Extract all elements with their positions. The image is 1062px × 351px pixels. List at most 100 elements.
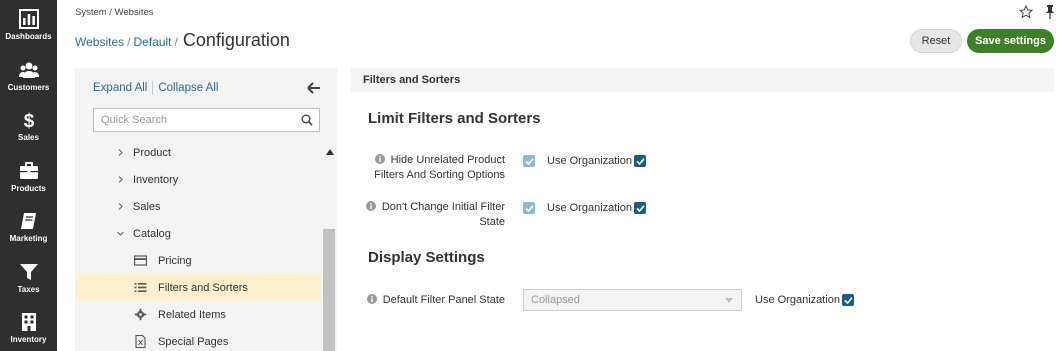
checkmark-icon [524, 204, 534, 212]
section-title: Filters and Sorters [363, 74, 461, 86]
divider [152, 81, 154, 95]
filter-icon [19, 263, 38, 280]
info-icon[interactable] [365, 201, 376, 211]
tree-item-label: Filters and Sorters [158, 281, 248, 294]
tree-actions: Expand All Collapse All [93, 81, 218, 95]
dont-change-initial-label: Don't Change Initial Filter State [345, 200, 505, 230]
chevron-right-icon [118, 176, 123, 183]
arrow-left-icon[interactable] [307, 81, 321, 95]
reset-button[interactable]: Reset [910, 29, 962, 53]
collapse-all-link[interactable]: Collapse All [158, 82, 218, 94]
tree-item-label: Pricing [158, 254, 192, 267]
breadcrumb-default-link[interactable]: Default [133, 35, 171, 49]
tree-item-label: Related Items [158, 308, 226, 321]
system-breadcrumb: System / Websites [75, 7, 154, 18]
tree-item-inventory[interactable]: Inventory [75, 166, 321, 193]
chevron-down-icon [117, 231, 124, 236]
checkmark-icon [843, 296, 853, 304]
tree-item-label: Sales [133, 200, 161, 213]
nav-customers[interactable]: Customers [0, 51, 57, 102]
breadcrumb-separator: / [174, 35, 178, 49]
dont-change-initial-checkbox[interactable] [523, 202, 535, 214]
tree-item-related-items[interactable]: Related Items [75, 301, 321, 328]
chevron-right-icon [118, 149, 123, 156]
configuration-tree-panel: Expand All Collapse All Product Inventor… [75, 68, 337, 351]
default-filter-panel-state-label: Default Filter Panel State [345, 293, 505, 308]
expand-all-link[interactable]: Expand All [93, 82, 147, 94]
select-value: Collapsed [531, 294, 580, 306]
breadcrumb: Websites / Default / Configuration [75, 30, 290, 51]
nav-label: Inventory [10, 335, 47, 345]
use-organization-checkbox[interactable] [634, 202, 646, 214]
use-organization-checkbox[interactable] [842, 294, 854, 306]
chevron-right-icon [118, 203, 123, 210]
nav-sales[interactable]: $ Sales [0, 101, 57, 152]
field-label-line: Don't Change Initial Filter [381, 201, 505, 213]
tree-item-label: Product [133, 146, 171, 159]
nav-dashboards[interactable]: Dashboards [0, 0, 57, 51]
nav-label: Marketing [9, 234, 48, 244]
nav-label: Products [11, 183, 46, 193]
hide-unrelated-checkbox[interactable] [523, 155, 535, 167]
default-filter-panel-state-select[interactable]: Collapsed [523, 289, 742, 311]
save-settings-button[interactable]: Save settings [967, 29, 1054, 53]
use-organization-label: Use Organization [755, 294, 840, 306]
main-navigation: Dashboards Customers $ Sales Products Ma… [0, 0, 57, 351]
field-label-line: State [479, 216, 505, 228]
tree-item-product[interactable]: Product [75, 139, 321, 166]
users-icon [18, 62, 39, 78]
file-icon [135, 335, 146, 348]
briefcase-icon [19, 161, 38, 179]
cog-icon [134, 308, 147, 321]
tree-item-catalog[interactable]: Catalog [75, 220, 321, 247]
info-icon[interactable] [374, 154, 385, 164]
tree-item-label: Catalog [133, 227, 171, 240]
breadcrumb-separator: / [127, 35, 131, 49]
nav-label: Customers [7, 82, 50, 92]
chevron-down-icon [725, 298, 733, 303]
quick-search-input[interactable] [94, 109, 289, 131]
group-title-display-settings: Display Settings [368, 249, 485, 266]
search-icon[interactable] [301, 114, 313, 126]
bar-chart-icon [18, 9, 39, 30]
nav-inventory[interactable]: Inventory [0, 303, 57, 351]
field-label-line: Default Filter Panel State [382, 294, 505, 306]
scrollbar-thumb[interactable] [323, 229, 335, 351]
breadcrumb-websites-link[interactable]: Websites [75, 35, 124, 49]
tree-item-label: Special Pages [158, 335, 229, 348]
nav-label: Taxes [17, 284, 40, 294]
credit-card-icon [134, 255, 147, 266]
tree-item-filters-and-sorters[interactable]: Filters and Sorters [75, 274, 321, 301]
pin-icon[interactable] [1044, 5, 1056, 19]
use-organization-checkbox[interactable] [634, 155, 646, 167]
nav-products[interactable]: Products [0, 152, 57, 203]
list-icon [134, 283, 147, 292]
info-icon[interactable] [366, 294, 377, 304]
tree-item-pricing[interactable]: Pricing [75, 247, 321, 274]
page-title: Configuration [182, 30, 290, 50]
use-organization-label: Use Organization [547, 155, 632, 167]
scroll-up-arrow-icon[interactable] [326, 149, 334, 155]
use-organization-label: Use Organization [547, 202, 632, 214]
checkmark-icon [635, 204, 645, 212]
dollar-icon: $ [23, 111, 34, 130]
tree-item-special-pages[interactable]: Special Pages [75, 328, 321, 351]
field-label-line: Filters And Sorting Options [374, 169, 505, 181]
checkmark-icon [524, 157, 534, 165]
book-icon [20, 213, 36, 230]
nav-marketing[interactable]: Marketing [0, 202, 57, 253]
building-icon [21, 313, 36, 332]
quick-search-field[interactable] [93, 108, 320, 132]
tree-item-sales[interactable]: Sales [75, 193, 321, 220]
hide-unrelated-label: Hide Unrelated Product Filters And Sorti… [345, 153, 505, 183]
tree-item-label: Inventory [133, 173, 179, 186]
nav-label: Dashboards [5, 32, 52, 42]
nav-label: Sales [18, 133, 39, 143]
group-title-limit-filters: Limit Filters and Sorters [368, 110, 541, 127]
field-label-line: Hide Unrelated Product [390, 154, 505, 166]
section-header: Filters and Sorters [351, 68, 1054, 92]
nav-taxes[interactable]: Taxes [0, 253, 57, 304]
favorite-star-icon[interactable] [1019, 5, 1033, 19]
svg-text:$: $ [23, 111, 34, 130]
checkmark-icon [635, 157, 645, 165]
